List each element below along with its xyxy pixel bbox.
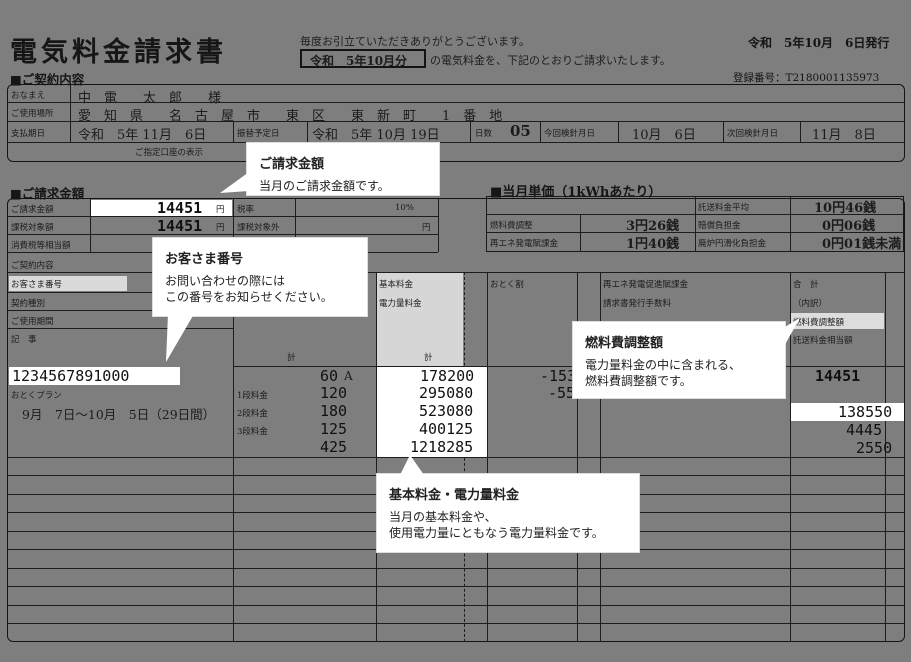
days-label: 日数 (475, 129, 493, 139)
payday-label: 支払期日 (11, 129, 46, 139)
callout-title: 燃料費調整額 (585, 336, 664, 351)
avg-value: 10円46銭 (814, 201, 877, 216)
bill-amount: 14451 (157, 199, 203, 217)
use-period-value: 9月 7日〜10月 5日（29日間） (22, 407, 216, 422)
callout-body: お問い合わせの際には この番号をお知らせください。 (165, 274, 333, 304)
notes-label: 記 事 (11, 335, 37, 345)
next-meter-label: 次回検針月日 (727, 129, 779, 139)
renew-value: 1円40銭 (626, 237, 680, 252)
bill-unit-0: 円 (216, 205, 225, 215)
callout-pointer (166, 314, 194, 362)
callout-fuel-adjustment: 燃料費調整額 電力量料金の中に含まれる、 燃料費調整額です。 (573, 322, 785, 398)
callout-body: 当月のご請求金額です。 (259, 179, 390, 193)
contract-detail-label: ご契約内容 (11, 261, 54, 271)
callout-pointer (400, 455, 424, 475)
billing-period: 令和 5年10月分 (310, 54, 408, 68)
discount-label: おとく割 (490, 280, 524, 290)
customer-name: 中 電 太 郎 様 (78, 91, 222, 106)
fuel-label: 燃料費調整 (490, 221, 533, 231)
greeting-line2: の電気料金を、下記のとおりご請求いたします。 (430, 54, 671, 67)
tier-label-1: 2段料金 (237, 409, 268, 419)
decom-label: 廃炉円滑化負担金 (698, 239, 767, 249)
compensation-value: 0円06銭 (822, 219, 876, 234)
bill-label-2: 消費税等相当額 (11, 241, 71, 251)
callout-body: 電力量料金の中に含まれる、 燃料費調整額です。 (585, 358, 742, 388)
sum-label: 合 計 (793, 280, 819, 290)
bill-page: 電気料金請求書 毎度お引立ていただきありがとうございます。 令和 5年10月分 … (0, 0, 911, 662)
avg-label: 託送料金平均 (698, 203, 750, 213)
tier-amount-0: 295080 (419, 384, 474, 402)
non-taxable-unit: 円 (422, 223, 431, 233)
callout-pointer (783, 318, 800, 348)
tier-kwh-2: 125 (320, 420, 348, 438)
payday-value: 令和 5年 11月 6日 (78, 128, 207, 143)
invoice-fee-label: 請求書発行手数料 (603, 299, 672, 309)
total-label-2: 計 (424, 353, 433, 363)
callout-title: ご請求金額 (259, 157, 325, 172)
account-note: ご指定口座の表示 (135, 148, 204, 158)
callout-pointer (220, 172, 249, 193)
address-value: 愛 知 県 名 古 屋 市 東 区 東 新 町 1 番 地 (78, 109, 503, 124)
tax-rate-value: 10% (395, 203, 414, 213)
tier-kwh-1: 180 (320, 402, 348, 420)
discount-value: -153 (540, 367, 577, 385)
grand-total: 14451 (815, 367, 861, 385)
bill-label-1: 課税対象額 (11, 223, 54, 233)
this-meter-label: 今回検針月日 (544, 129, 596, 139)
total-label-1: 計 (287, 353, 296, 363)
bill-unit-1: 円 (216, 223, 225, 233)
callout-basic-energy-fee: 基本料金・電力量料金 当月の基本料金や、 使用電力量にともなう電力量料金です。 (377, 474, 639, 552)
this-meter-value: 10月 6日 (632, 128, 696, 143)
basic-fee-label: 基本料金 (379, 280, 414, 290)
extra-value: 2550 (856, 439, 893, 457)
energy-fee-label: 電力量料金 (379, 299, 422, 309)
transfer-label: 振替予定日 (237, 129, 280, 139)
callout-title: お客さま番号 (165, 252, 244, 267)
compensation-label: 賠償負担金 (698, 221, 741, 231)
customer-no-label: お客さま番号 (11, 280, 63, 290)
taxable-amount: 14451 (157, 217, 203, 235)
non-taxable-label: 課税対象外 (237, 223, 280, 233)
incl-label: （内訳） (793, 299, 828, 309)
discount-value-2: -55 (548, 384, 576, 402)
name-label: おなまえ (11, 91, 46, 101)
tier-amount-1: 523080 (419, 402, 474, 420)
tax-rate-label: 税率 (237, 205, 255, 215)
tier-label-2: 3段料金 (237, 427, 268, 437)
bill-label-0: ご請求金額 (11, 205, 54, 215)
decom-value: 0円01銭未満 (822, 237, 902, 252)
fuel-value: 3円26銭 (626, 219, 680, 234)
contract-kw-unit: A (344, 369, 353, 383)
use-period-label: ご使用期間 (11, 317, 54, 327)
issue-date: 令和 5年10月 6日発行 (748, 36, 890, 50)
period-box: 令和 5年10月分 (300, 49, 426, 68)
fuel-adj-value: 138550 (838, 403, 893, 421)
page-title: 電気料金請求書 (10, 37, 227, 68)
basic-amount: 178200 (420, 367, 475, 385)
days-value: 05 (510, 122, 531, 140)
tier-amount-2: 400125 (419, 420, 474, 438)
tier-kwh-0: 120 (320, 384, 348, 402)
callout-body: 当月の基本料金や、 使用電力量にともなう電力量料金です。 (389, 510, 604, 540)
contract-type-label: 契約種別 (11, 299, 46, 309)
greeting-line1: 毎度お引立ていただきありがとうございます。 (300, 35, 530, 48)
next-meter-value: 11月 8日 (812, 128, 876, 143)
callout-title: 基本料金・電力量料金 (389, 488, 520, 503)
tier-label-0: 1段料金 (237, 391, 268, 401)
address-label: ご使用場所 (11, 109, 54, 119)
customer-number: 1234567891000 (12, 367, 130, 385)
wheeling-value: 4445 (846, 421, 883, 439)
callout-bill-amount: ご請求金額 当月のご請求金額です。 (247, 143, 439, 195)
plan-label: おとくプラン (11, 391, 62, 401)
total-amount: 1218285 (410, 438, 474, 456)
registration-number: 登録番号：T2180001135973 (733, 72, 880, 84)
renew-label: 再エネ発電賦課金 (490, 239, 559, 249)
renew-fee-label: 再エネ発電促進賦課金 (603, 280, 689, 290)
contract-kw: 60 (320, 367, 339, 385)
callout-customer-number: お客さま番号 お問い合わせの際には この番号をお知らせください。 (153, 238, 367, 316)
total-kwh: 425 (320, 438, 348, 456)
transfer-value: 令和 5年 10月 19日 (312, 128, 440, 143)
